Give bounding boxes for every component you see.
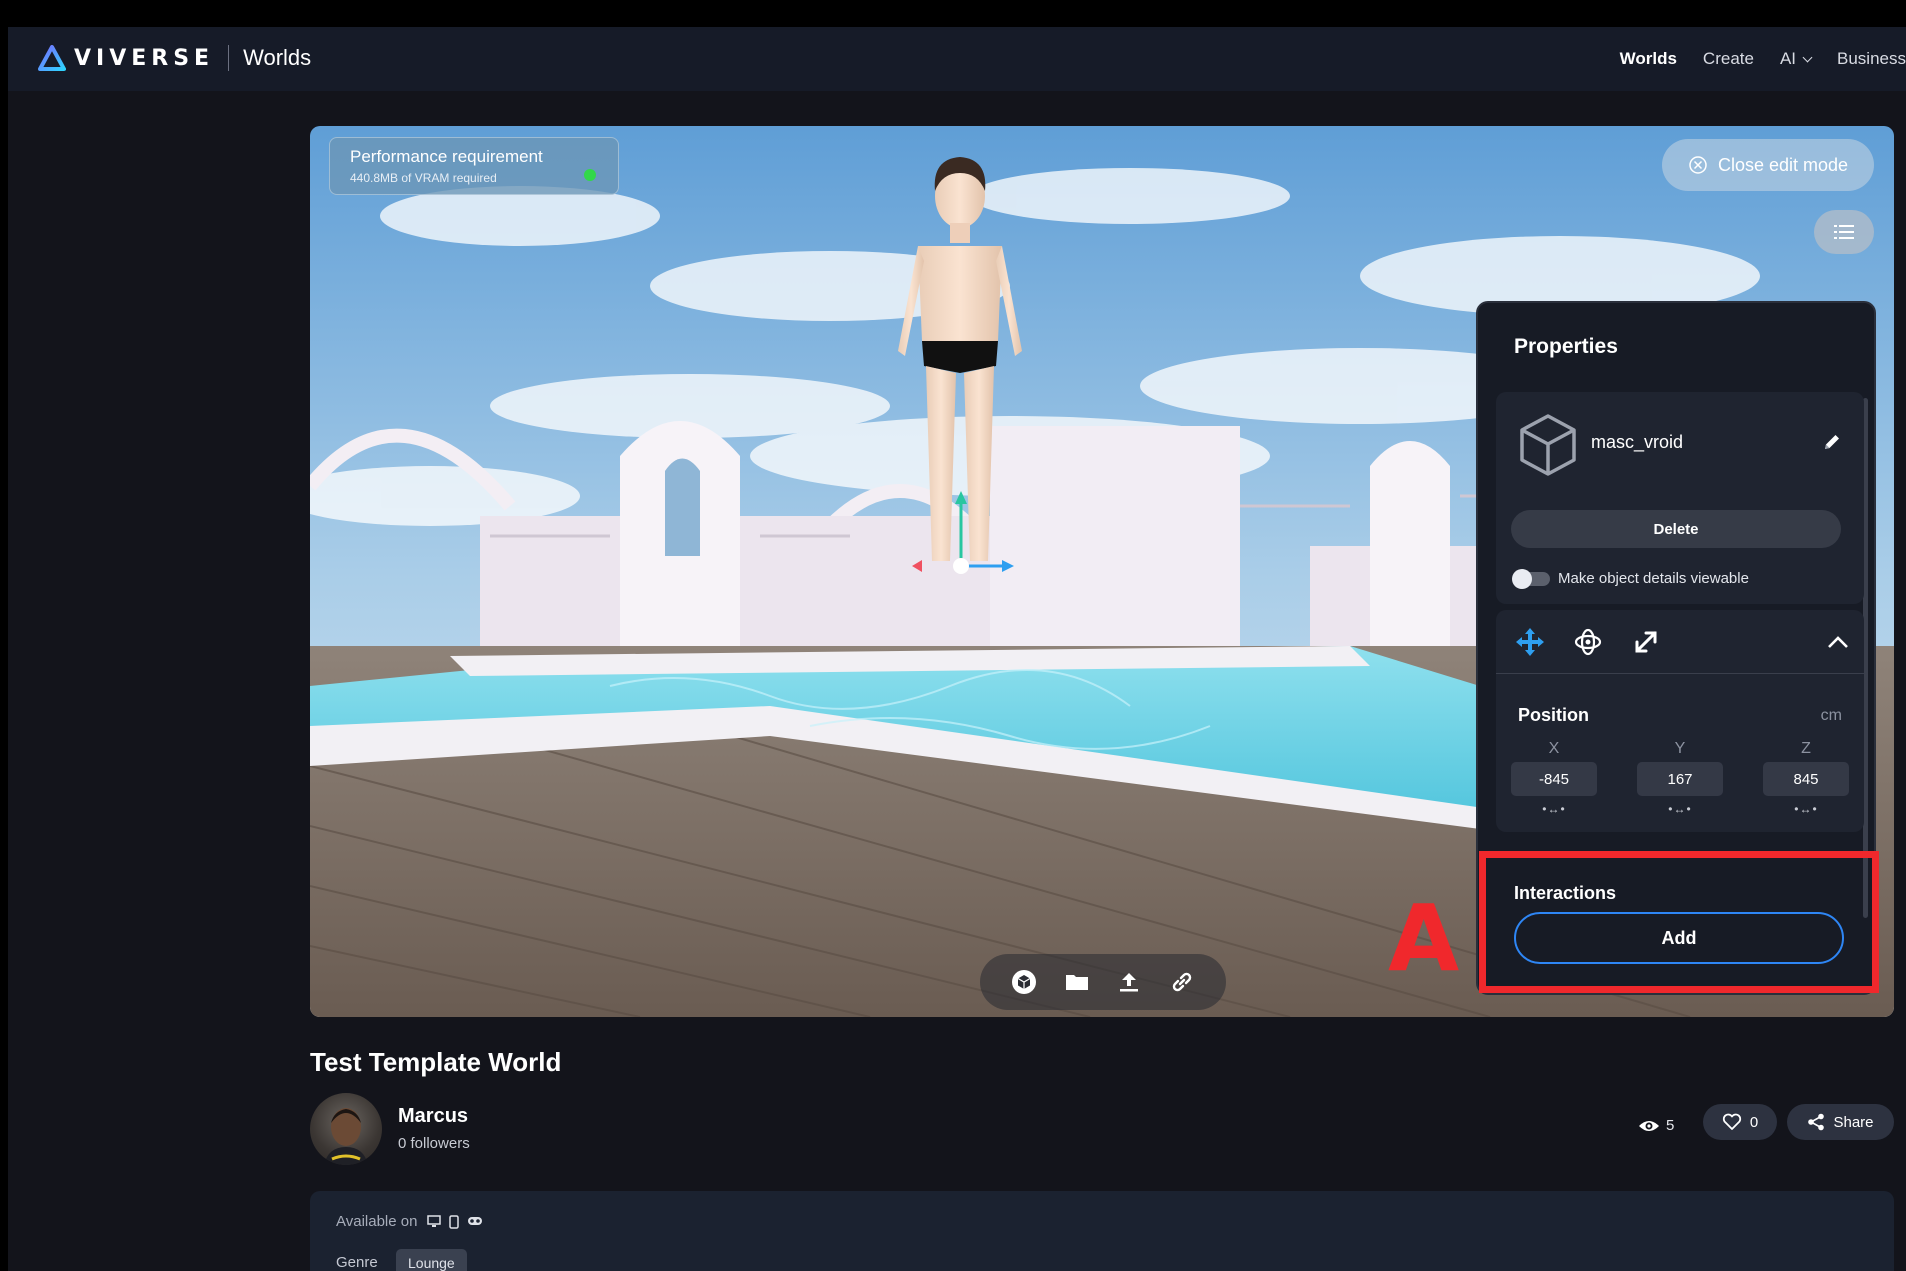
position-unit: cm	[1820, 707, 1842, 724]
app-window: VIVERSE Worlds Worlds Create AI Business	[8, 27, 1906, 1271]
scale-icon	[1635, 631, 1657, 653]
main-nav: Worlds Create AI Business	[1594, 49, 1906, 69]
performance-requirement-badge: Performance requirement 440.8MB of VRAM …	[329, 137, 619, 195]
chevron-down-icon	[1802, 52, 1813, 62]
transform-card: Position cm X -845 •↔• Y 167 •↔• Z 845 •…	[1496, 610, 1864, 832]
axis-z-label: Z	[1801, 740, 1811, 757]
link-icon	[1172, 972, 1191, 992]
upload-button[interactable]	[1112, 965, 1146, 999]
collapse-transform-button[interactable]	[1822, 626, 1854, 658]
assets-folder-button[interactable]	[1060, 965, 1094, 999]
position-z-field[interactable]: 845	[1763, 762, 1849, 796]
views-count: 5	[1638, 1117, 1674, 1134]
nav-worlds[interactable]: Worlds	[1620, 49, 1677, 69]
performance-status-indicator	[584, 169, 596, 181]
nav-ai-label: AI	[1779, 49, 1797, 68]
like-button[interactable]: 0	[1703, 1104, 1777, 1140]
position-label: Position	[1518, 705, 1589, 725]
position-x-field[interactable]: -845	[1511, 762, 1597, 796]
annotation-marker: A	[1388, 885, 1460, 992]
folder-icon	[1065, 975, 1088, 990]
object-list-button[interactable]	[1814, 210, 1874, 254]
nav-ai[interactable]: AI	[1779, 49, 1813, 69]
close-circle-icon	[1689, 156, 1707, 174]
axis-y-label: Y	[1674, 740, 1686, 757]
position-y-field[interactable]: 167	[1637, 762, 1723, 796]
position-y-drag-handle[interactable]: •↔•	[1637, 802, 1723, 816]
author-name[interactable]: Marcus	[398, 1105, 468, 1128]
upload-icon	[1120, 973, 1139, 992]
mobile-icon	[449, 1214, 460, 1229]
link-button[interactable]	[1165, 965, 1199, 999]
viverse-logo-icon	[38, 45, 66, 71]
edit-pencil-icon[interactable]	[1822, 432, 1842, 452]
position-z-drag-handle[interactable]: •↔•	[1763, 802, 1849, 816]
world-title: Test Template World	[310, 1047, 562, 1077]
rotate-icon	[1574, 628, 1602, 656]
object-details-toggle-label: Make object details viewable	[1558, 570, 1749, 587]
avatar-portrait	[324, 1108, 368, 1165]
section-title: Worlds	[243, 45, 312, 70]
editor-bottom-toolbar	[980, 954, 1226, 1010]
eye-icon	[1639, 1120, 1659, 1131]
move-mode-button[interactable]	[1514, 626, 1546, 658]
cube-icon	[1012, 970, 1037, 994]
vr-headset-icon	[467, 1215, 483, 1229]
logo[interactable]: VIVERSE Worlds	[38, 45, 311, 71]
likes-value: 0	[1749, 1113, 1759, 1131]
desktop-icon	[427, 1214, 442, 1229]
position-x-drag-handle[interactable]: •↔•	[1511, 802, 1597, 816]
object-details-toggle[interactable]	[1512, 569, 1550, 589]
brand-divider	[228, 45, 230, 71]
properties-title: Properties	[1514, 335, 1618, 358]
cube-outline-icon	[1520, 414, 1576, 476]
object-name: masc_vroid	[1591, 432, 1684, 452]
close-edit-mode-label: Close edit mode	[1717, 154, 1849, 175]
genre-tag[interactable]: Lounge	[396, 1249, 467, 1271]
share-icon	[1808, 1113, 1825, 1131]
move-icon	[1516, 628, 1544, 656]
annotation-highlight-box	[1479, 851, 1879, 993]
share-button[interactable]: Share	[1787, 1104, 1894, 1140]
chevron-up-icon	[1828, 636, 1848, 648]
world-details-panel: Available on Genre Lounge	[310, 1191, 1894, 1271]
available-on-label: Available on	[336, 1213, 418, 1230]
rotate-mode-button[interactable]	[1572, 626, 1604, 658]
heart-icon	[1722, 1113, 1741, 1130]
performance-title: Performance requirement	[350, 147, 543, 166]
delete-object-button[interactable]: Delete	[1511, 510, 1841, 548]
object-card: masc_vroid Delete Make object details vi…	[1496, 392, 1864, 604]
brand-name: VIVERSE	[74, 45, 215, 71]
nav-business[interactable]: Business	[1837, 49, 1906, 69]
genre-label: Genre	[336, 1254, 378, 1271]
list-icon	[1834, 225, 1854, 239]
author-avatar[interactable]	[310, 1093, 382, 1165]
axis-x-label: X	[1548, 740, 1560, 757]
nav-create[interactable]: Create	[1703, 49, 1754, 69]
transform-mode-bar	[1496, 610, 1864, 674]
performance-detail: 440.8MB of VRAM required	[350, 171, 497, 185]
author-followers: 0 followers	[398, 1135, 470, 1152]
scale-mode-button[interactable]	[1630, 626, 1662, 658]
top-navigation-bar: VIVERSE Worlds Worlds Create AI Business	[8, 27, 1906, 91]
close-edit-mode-button[interactable]: Close edit mode	[1662, 139, 1874, 191]
add-object-button[interactable]	[1007, 965, 1041, 999]
share-label: Share	[1833, 1113, 1874, 1131]
available-on: Available on	[336, 1213, 491, 1230]
views-value: 5	[1666, 1117, 1675, 1134]
